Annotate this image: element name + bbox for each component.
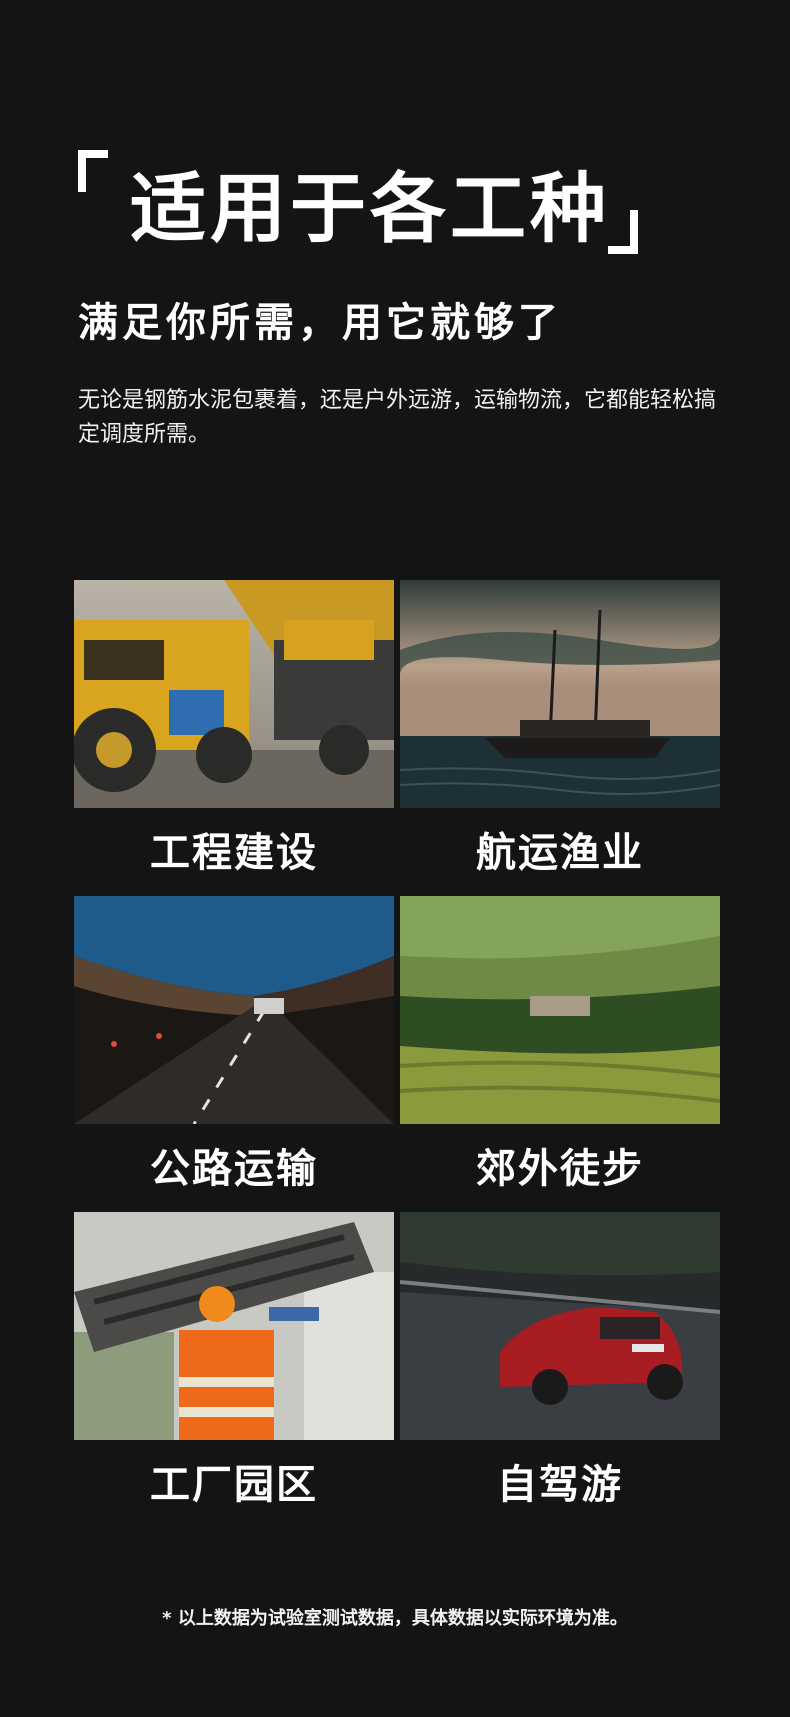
- scenario-image-road-transport: [74, 896, 394, 1124]
- scenario-label-shipping: 航运渔业: [476, 830, 644, 876]
- scenario-label-factory: 工厂园区: [150, 1462, 318, 1508]
- title-block: 适用于各工种: [78, 150, 678, 260]
- page-title: 适用于各工种: [130, 164, 610, 253]
- scenario-image-road-trip: [400, 1212, 720, 1440]
- open-bracket-icon: [78, 150, 108, 192]
- footnote: * 以上数据为试验室测试数据，具体数据以实际环境为准。: [162, 1608, 628, 1629]
- scenario-label-hiking: 郊外徒步: [476, 1146, 644, 1192]
- scenario-image-factory: [74, 1212, 394, 1440]
- scenario-label-construction: 工程建设: [150, 830, 318, 876]
- page-subtitle: 满足你所需，用它就够了: [78, 300, 562, 346]
- scenario-label-road-transport: 公路运输: [150, 1146, 318, 1192]
- scenario-image-construction: [74, 580, 394, 808]
- close-bracket-icon: [608, 210, 638, 254]
- scenario-image-shipping: [400, 580, 720, 808]
- scenario-label-road-trip: 自驾游: [497, 1462, 623, 1508]
- page-description: 无论是钢筋水泥包裹着，还是户外远游，运输物流，它都能轻松搞定调度所需。: [78, 388, 717, 447]
- scenario-image-hiking: [400, 896, 720, 1124]
